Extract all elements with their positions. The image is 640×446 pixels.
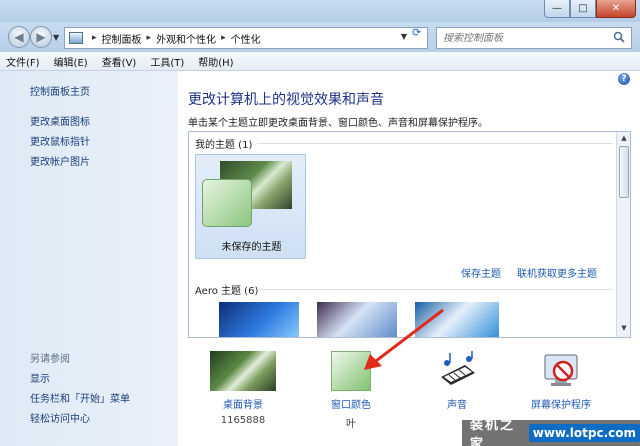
chevron-right-icon[interactable]: ▸ — [92, 33, 97, 43]
theme-name: 未保存的主题 — [221, 242, 282, 253]
address-dropdown[interactable]: ▼ — [401, 32, 407, 41]
window-color-swatch — [202, 179, 252, 227]
sidebar-link-mouse-pointers[interactable]: 更改鼠标指针 — [30, 133, 90, 148]
menu-tools[interactable]: 工具(T) — [150, 54, 184, 69]
sidebar-link-home[interactable]: 控制面板主页 — [30, 83, 90, 98]
watermark-url: www.lotpc.com — [528, 424, 640, 442]
address-row: ◀ ▶ ▼ ▸ 控制面板 ▸ 外观和个性化 ▸ 个性化 ▼ ⟳ — [0, 22, 640, 52]
minimize-button[interactable]: — — [544, 0, 570, 18]
sidebar-link-display[interactable]: 显示 — [30, 370, 50, 385]
window-color-label[interactable]: 窗口颜色 — [306, 396, 396, 411]
refresh-icon[interactable]: ⟳ — [412, 26, 426, 40]
breadcrumb-appearance[interactable]: 外观和个性化 — [156, 31, 216, 46]
window-color-value: 叶 — [346, 419, 356, 430]
forward-button[interactable]: ▶ — [30, 26, 52, 48]
get-more-themes-link[interactable]: 联机获取更多主题 — [517, 265, 597, 280]
screen-saver-icon — [544, 354, 578, 386]
recent-pages-dropdown[interactable]: ▼ — [53, 33, 59, 42]
chevron-right-icon[interactable]: ▸ — [147, 33, 152, 43]
sounds-label[interactable]: 声音 — [412, 396, 502, 411]
page-subtitle: 单击某个主题立即更改桌面背景、窗口颜色、声音和屏幕保护程序。 — [188, 118, 488, 129]
window-controls: — □ ✕ — [544, 0, 636, 18]
sidebar-link-ease-of-access[interactable]: 轻松访问中心 — [30, 410, 90, 425]
desktop-background-value: 1165888 — [220, 415, 266, 426]
sidebar-link-taskbar[interactable]: 任务栏和「开始」菜单 — [30, 390, 130, 405]
main-content: ? 更改计算机上的视觉效果和声音 单击某个主题立即更改桌面背景、窗口颜色、声音和… — [178, 71, 640, 446]
theme-tile-unsaved[interactable]: 未保存的主题 — [195, 154, 306, 259]
arrow-left-icon: ◀ — [14, 30, 24, 44]
breadcrumb-personalization[interactable]: 个性化 — [231, 31, 261, 46]
maximize-button[interactable]: □ — [570, 0, 596, 18]
screen-saver-label[interactable]: 屏幕保护程序 — [516, 396, 606, 411]
title-bar: — □ ✕ — [0, 0, 640, 22]
annotation-arrow-icon — [364, 308, 444, 370]
back-button[interactable]: ◀ — [8, 26, 30, 48]
help-icon[interactable]: ? — [618, 73, 630, 85]
scroll-up-icon[interactable]: ▲ — [619, 134, 629, 144]
watermark-text: 装机之家 — [470, 418, 516, 446]
watermark: 装机之家 www.lotpc.com — [462, 418, 640, 446]
aero-theme-windows7[interactable] — [219, 302, 299, 337]
menu-file[interactable]: 文件(F) — [6, 54, 40, 69]
sidebar-link-account-picture[interactable]: 更改帐户图片 — [30, 153, 90, 168]
desktop-background-thumbnail — [210, 351, 276, 391]
theme-list-scrollbar[interactable]: ▲ ▼ — [616, 132, 630, 337]
menu-view[interactable]: 查看(V) — [102, 54, 137, 69]
sidebar-link-desktop-icons[interactable]: 更改桌面图标 — [30, 113, 90, 128]
divider — [257, 289, 613, 290]
search-input[interactable] — [443, 32, 603, 44]
my-themes-label: 我的主题 (1) — [195, 140, 253, 151]
search-box[interactable] — [436, 27, 632, 49]
close-button[interactable]: ✕ — [596, 0, 636, 18]
sidebar: 控制面板主页 更改桌面图标 更改鼠标指针 更改帐户图片 另请参阅 显示 任务栏和… — [0, 71, 178, 446]
see-also-title: 另请参阅 — [30, 354, 70, 365]
page-title: 更改计算机上的视觉效果和声音 — [188, 92, 384, 108]
arrow-right-icon: ▶ — [36, 30, 46, 44]
scroll-down-icon[interactable]: ▼ — [619, 324, 629, 334]
menu-bar: 文件(F) 编辑(E) 查看(V) 工具(T) 帮助(H) — [0, 52, 640, 71]
screen-saver-tile[interactable]: 屏幕保护程序 — [516, 351, 606, 411]
control-panel-icon — [69, 32, 83, 44]
desktop-background-label[interactable]: 桌面背景 — [198, 396, 288, 411]
address-bar[interactable]: ▸ 控制面板 ▸ 外观和个性化 ▸ 个性化 ▼ — [64, 27, 428, 49]
chevron-right-icon[interactable]: ▸ — [221, 33, 226, 43]
divider — [257, 143, 613, 144]
menu-help[interactable]: 帮助(H) — [198, 54, 233, 69]
scrollbar-thumb[interactable] — [619, 146, 629, 198]
save-theme-link[interactable]: 保存主题 — [461, 265, 501, 280]
desktop-background-tile[interactable]: 桌面背景 1165888 — [198, 351, 288, 426]
aero-themes-label: Aero 主题 (6) — [195, 286, 259, 297]
breadcrumb-control-panel[interactable]: 控制面板 — [102, 31, 142, 46]
menu-edit[interactable]: 编辑(E) — [54, 54, 88, 69]
search-icon[interactable] — [613, 31, 625, 43]
